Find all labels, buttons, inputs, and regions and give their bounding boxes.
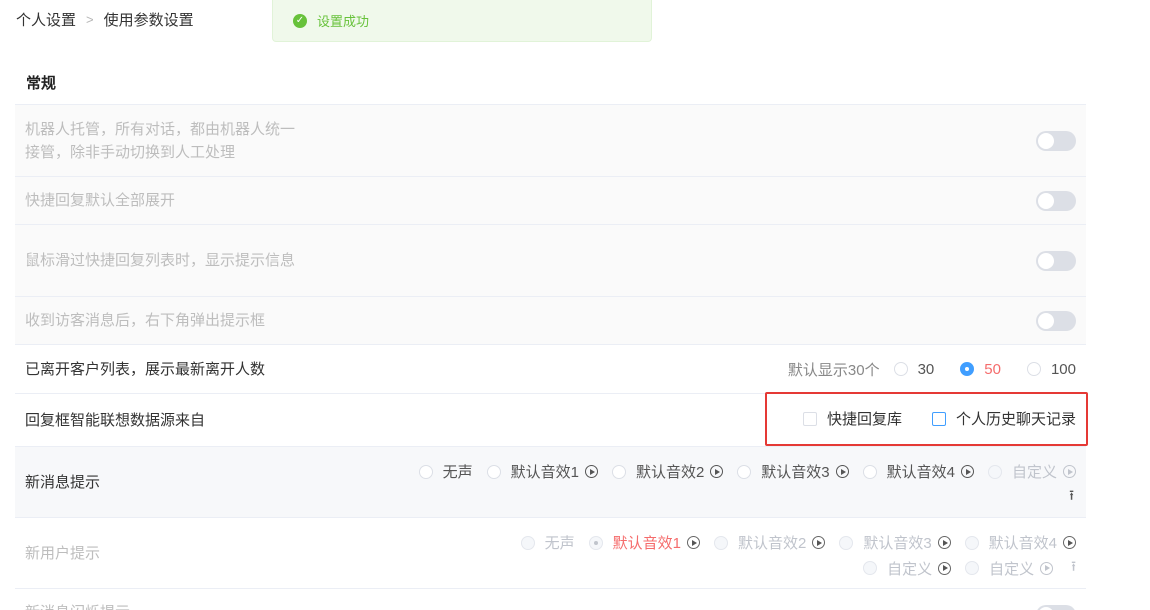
setting-row-hover: 鼠标滑过快捷回复列表时，显示提示信息	[15, 224, 1086, 296]
breadcrumb-current: 使用参数设置	[103, 12, 194, 29]
radio-custom[interactable]: 自定义	[965, 558, 1054, 579]
robot-toggle[interactable]	[1036, 130, 1076, 151]
radio-label: 默认音效1	[510, 464, 579, 481]
play-icon[interactable]	[960, 465, 974, 478]
radio-label: 默认音效3	[761, 464, 830, 481]
play-icon[interactable]	[584, 465, 598, 478]
new-user-options: 无声 默认音效1 默认音效2 默认音效3 默认音效4	[507, 532, 1076, 553]
play-icon[interactable]	[686, 536, 700, 549]
radio-label: 无声	[442, 464, 473, 481]
radio-sound-1[interactable]: 默认音效1	[588, 532, 700, 553]
left-customers-options: 默认显示30个 30 50 100	[788, 359, 1076, 380]
radio-100[interactable]: 100	[1026, 360, 1076, 378]
radio-sound-1[interactable]: 默认音效1	[486, 461, 598, 482]
radio-circle-icon	[863, 561, 878, 575]
chevron-right-icon: >	[86, 12, 94, 27]
breadcrumb: 个人设置 > 使用参数设置	[16, 9, 194, 30]
setting-row-expand: 快捷回复默认全部展开	[15, 176, 1086, 224]
setting-row-robot: 机器人托管，所有对话，都由机器人统一接管，除非手动切换到人工处理	[15, 104, 1086, 176]
radio-silent[interactable]: 无声	[418, 461, 473, 482]
radio-label: 默认音效1	[612, 535, 681, 552]
play-icon[interactable]	[835, 465, 849, 478]
setting-row-new-message: 新消息提示 无声 默认音效1 默认音效2 默认音效3 默认音效4 自定义 ⭱	[15, 446, 1086, 517]
setting-label: 快捷回复默认全部展开	[25, 192, 176, 209]
flash-toggle[interactable]	[1036, 605, 1076, 610]
play-icon[interactable]	[1063, 536, 1076, 549]
section-title: 常规	[26, 75, 57, 92]
default-hint: 默认显示30个	[787, 361, 880, 379]
play-icon[interactable]	[937, 536, 951, 549]
setting-label: 鼠标滑过快捷回复列表时，显示提示信息	[25, 252, 296, 269]
radio-label: 30	[917, 360, 935, 378]
upload-icon[interactable]: ⭱	[1071, 556, 1076, 580]
radio-circle-icon	[737, 464, 752, 479]
setting-label: 新消息闪烁提示	[25, 601, 305, 610]
radio-circle-icon	[713, 535, 728, 550]
popup-toggle[interactable]	[1036, 310, 1076, 331]
radio-circle-icon	[987, 464, 1002, 479]
radio-sound-3[interactable]: 默认音效3	[839, 532, 951, 553]
toast-message: 设置成功	[317, 14, 370, 29]
setting-row-flash: 新消息闪烁提示	[15, 588, 1086, 610]
setting-label: 回复框智能联想数据源来自	[25, 411, 206, 429]
setting-label: 新用户提示	[25, 544, 101, 562]
radio-circle-icon	[862, 464, 877, 479]
radio-label: 无声	[544, 535, 575, 552]
radio-circle-icon	[520, 535, 535, 550]
radio-label: 自定义	[887, 560, 933, 578]
radio-sound-4[interactable]: 默认音效4	[862, 461, 974, 482]
radio-circle-icon	[839, 535, 854, 550]
highlight-box	[765, 392, 1088, 446]
radio-label: 自定义	[1011, 464, 1057, 481]
radio-circle-icon	[486, 464, 501, 479]
setting-label: 收到访客消息后，右下角弹出提示框	[25, 312, 266, 329]
radio-circle-icon	[964, 535, 979, 550]
check-circle-icon: ✓	[293, 13, 307, 28]
radio-circle-icon	[611, 464, 626, 479]
radio-sound-2[interactable]: 默认音效2	[611, 461, 724, 482]
setting-label: 机器人托管，所有对话，都由机器人统一接管，除非手动切换到人工处理	[25, 120, 296, 161]
new-message-options: 无声 默认音效1 默认音效2 默认音效3 默认音效4 自定义	[405, 461, 1076, 482]
play-icon[interactable]	[710, 465, 724, 478]
radio-custom[interactable]: 自定义	[987, 461, 1076, 482]
breadcrumb-root[interactable]: 个人设置	[16, 9, 76, 30]
success-toast: ✓ 设置成功	[272, 0, 652, 42]
new-user-custom-options: 自定义 自定义 ⭱	[849, 556, 1076, 580]
setting-label: 新消息提示	[25, 473, 101, 491]
radio-custom[interactable]: 自定义	[863, 558, 952, 579]
play-icon[interactable]	[812, 536, 826, 549]
radio-label: 100	[1050, 360, 1076, 378]
radio-circle-icon	[588, 535, 603, 550]
radio-label: 默认音效4	[988, 535, 1057, 552]
hover-toggle[interactable]	[1036, 250, 1076, 271]
radio-label: 自定义	[989, 560, 1035, 578]
radio-label: 50	[984, 360, 1001, 378]
play-icon[interactable]	[1063, 465, 1076, 478]
setting-label: 已离开客户列表，展示最新离开人数	[25, 360, 266, 378]
play-icon[interactable]	[938, 561, 952, 575]
radio-30[interactable]: 30	[893, 360, 935, 378]
radio-circle-icon	[965, 561, 980, 575]
radio-silent[interactable]: 无声	[520, 532, 575, 553]
radio-circle-icon	[960, 362, 975, 376]
radio-label: 默认音效2	[737, 535, 807, 552]
radio-sound-4[interactable]: 默认音效4	[964, 532, 1076, 553]
radio-label: 默认音效4	[886, 464, 955, 481]
play-icon[interactable]	[1040, 561, 1054, 575]
upload-icon[interactable]: ⭱	[1069, 485, 1074, 509]
radio-sound-3[interactable]: 默认音效3	[737, 461, 849, 482]
expand-toggle[interactable]	[1036, 190, 1076, 211]
radio-label: 默认音效2	[635, 464, 705, 481]
radio-circle-icon	[1026, 362, 1041, 376]
setting-row-new-user: 新用户提示 无声 默认音效1 默认音效2 默认音效3 默认音效4 自定义 自定义…	[15, 517, 1086, 588]
setting-row-left-customers: 已离开客户列表，展示最新离开人数 默认显示30个 30 50 100	[15, 344, 1086, 393]
radio-circle-icon	[893, 362, 908, 376]
radio-50[interactable]: 50	[960, 361, 1001, 378]
settings-panel: 机器人托管，所有对话，都由机器人统一接管，除非手动切换到人工处理 快捷回复默认全…	[15, 104, 1086, 610]
radio-label: 默认音效3	[863, 535, 932, 552]
setting-row-popup: 收到访客消息后，右下角弹出提示框	[15, 296, 1086, 344]
radio-circle-icon	[418, 464, 433, 479]
radio-sound-2[interactable]: 默认音效2	[713, 532, 826, 553]
